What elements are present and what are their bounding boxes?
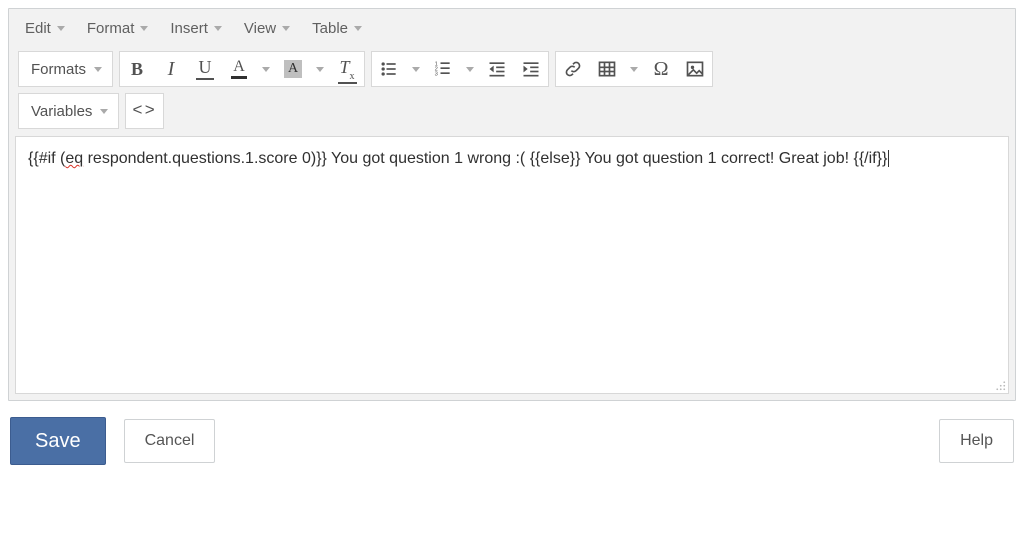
caret-down-icon [214,26,222,31]
link-button[interactable] [556,52,590,86]
cancel-button[interactable]: Cancel [124,419,216,463]
image-icon [685,59,705,79]
rich-text-editor: Edit Format Insert View Table Formats [8,8,1016,401]
variables-label: Variables [31,103,92,120]
caret-down-icon [466,67,474,72]
editor-content-area: {{#if (eq respondent.questions.1.score 0… [15,136,1009,394]
table-dropdown[interactable] [624,52,644,86]
toolgroup-source: <> [125,93,163,129]
menu-edit[interactable]: Edit [15,15,75,42]
toolgroup-insert: Ω [555,51,713,87]
formats-dropdown[interactable]: Formats [19,52,112,86]
content-text-rest: respondent.questions.1.score 0)}} You go… [83,150,887,167]
font-color-dropdown[interactable] [256,52,276,86]
caret-down-icon [354,26,362,31]
caret-down-icon [412,67,420,72]
highlight-icon: A [284,60,302,78]
help-label: Help [960,432,993,450]
highlight-color-button[interactable]: A [276,52,310,86]
underline-button[interactable]: U [188,52,222,86]
menu-view-label: View [244,20,276,37]
bullet-list-dropdown[interactable] [406,52,426,86]
variables-dropdown[interactable]: Variables [19,94,118,128]
indent-button[interactable] [514,52,548,86]
toolgroup-variables: Variables [18,93,119,129]
footer-actions: Save Cancel Help [8,417,1016,465]
menu-format-label: Format [87,20,135,37]
link-icon [563,59,583,79]
cancel-label: Cancel [145,432,195,450]
table-button[interactable] [590,52,624,86]
highlight-color-dropdown[interactable] [310,52,330,86]
source-code-button[interactable]: <> [126,94,162,128]
bullet-list-icon [379,59,399,79]
save-label: Save [35,430,81,453]
menu-format[interactable]: Format [77,15,159,42]
underline-icon: U [196,58,214,80]
caret-down-icon [630,67,638,72]
italic-icon: I [168,59,175,79]
caret-down-icon [140,26,148,31]
table-icon [597,59,617,79]
number-list-dropdown[interactable] [460,52,480,86]
caret-down-icon [57,26,65,31]
font-color-button[interactable]: A [222,52,256,86]
outdent-button[interactable] [480,52,514,86]
caret-down-icon [100,109,108,114]
toolgroup-text-style: B I U A A [119,51,365,87]
content-text-pre: {{#if ( [28,150,65,167]
caret-down-icon [316,67,324,72]
omega-icon: Ω [654,58,669,81]
menu-view[interactable]: View [234,15,300,42]
text-cursor [888,150,889,167]
indent-icon [521,59,541,79]
resize-handle-icon[interactable] [992,377,1006,391]
menu-insert-label: Insert [170,20,208,37]
spellcheck-error-word: eq [65,150,83,167]
menu-insert[interactable]: Insert [160,15,232,42]
toolgroup-formats: Formats [18,51,113,87]
toolbar: Formats B I U A [9,46,1015,136]
menubar: Edit Format Insert View Table [9,9,1015,46]
outdent-icon [487,59,507,79]
content-editable[interactable]: {{#if (eq respondent.questions.1.score 0… [16,137,1008,393]
code-icon: <> [132,102,156,121]
bold-button[interactable]: B [120,52,154,86]
bullet-list-button[interactable] [372,52,406,86]
image-button[interactable] [678,52,712,86]
bold-icon: B [131,60,143,78]
save-button[interactable]: Save [10,417,106,465]
italic-button[interactable]: I [154,52,188,86]
caret-down-icon [94,67,102,72]
clear-format-button[interactable]: Tx [330,52,364,86]
toolgroup-list-indent: 1 2 3 [371,51,549,87]
special-char-button[interactable]: Ω [644,52,678,86]
menu-edit-label: Edit [25,20,51,37]
caret-down-icon [282,26,290,31]
formats-label: Formats [31,61,86,78]
clear-format-icon: Tx [340,57,355,81]
font-color-icon: A [231,59,247,79]
svg-text:3: 3 [435,72,438,78]
number-list-icon: 1 2 3 [433,59,453,79]
menu-table-label: Table [312,20,348,37]
menu-table[interactable]: Table [302,15,372,42]
caret-down-icon [262,67,270,72]
help-button[interactable]: Help [939,419,1014,463]
number-list-button[interactable]: 1 2 3 [426,52,460,86]
